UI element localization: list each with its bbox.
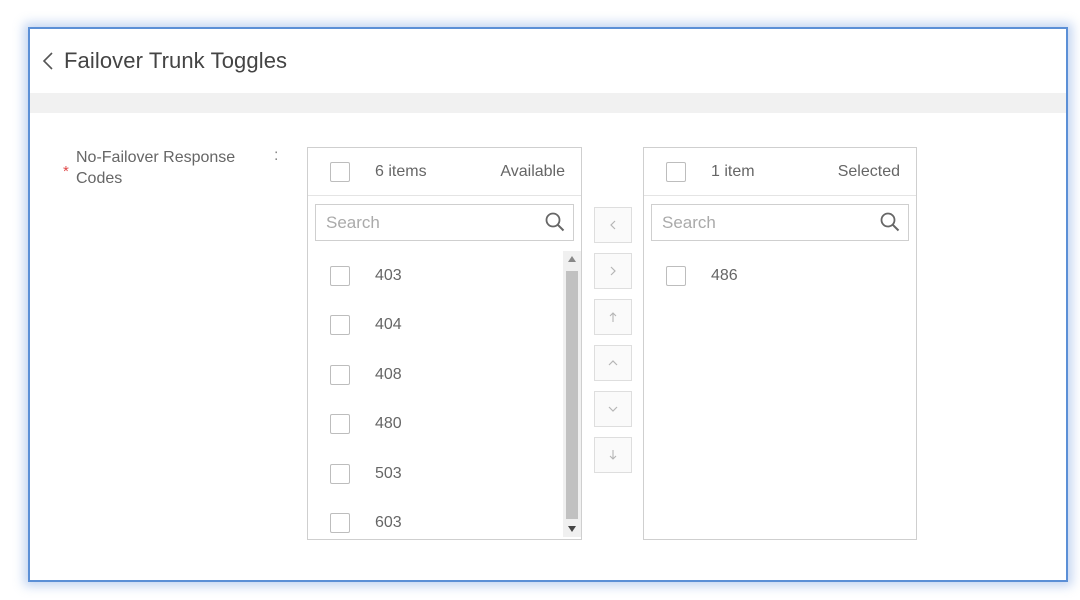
- item-checkbox[interactable]: [330, 315, 350, 336]
- available-item[interactable]: 480: [308, 400, 581, 450]
- item-label: 503: [375, 464, 402, 482]
- header-divider: [30, 93, 1066, 113]
- settings-frame: Failover Trunk Toggles * No-Failover Res…: [28, 27, 1068, 582]
- available-item[interactable]: 403: [308, 251, 581, 301]
- search-icon[interactable]: [880, 212, 900, 232]
- move-left-button[interactable]: [594, 207, 632, 243]
- item-label: 408: [375, 365, 402, 383]
- item-label: 603: [375, 514, 402, 532]
- selected-select-all-checkbox[interactable]: [666, 161, 686, 182]
- available-list-panel: 6 items Available 403 404: [307, 147, 582, 540]
- move-right-button[interactable]: [594, 253, 632, 289]
- item-checkbox[interactable]: [330, 364, 350, 385]
- item-label: 404: [375, 316, 402, 334]
- available-item[interactable]: 503: [308, 449, 581, 499]
- back-chevron-icon[interactable]: [38, 49, 58, 73]
- selected-panel-header: 1 item Selected: [644, 148, 916, 196]
- available-search-box: [315, 204, 574, 241]
- available-item[interactable]: 603: [308, 499, 581, 549]
- item-checkbox[interactable]: [330, 265, 350, 286]
- search-icon[interactable]: [545, 212, 565, 232]
- selected-count: 1 item: [711, 162, 755, 180]
- available-list-scrollbar[interactable]: [563, 251, 581, 537]
- selected-items-list: 486: [644, 251, 916, 544]
- item-label: 486: [711, 266, 738, 284]
- move-up-button[interactable]: [594, 345, 632, 381]
- available-title: Available: [500, 162, 565, 180]
- selected-item[interactable]: 486: [644, 251, 916, 301]
- item-checkbox[interactable]: [330, 414, 350, 435]
- move-bottom-button[interactable]: [594, 437, 632, 473]
- item-checkbox[interactable]: [330, 463, 350, 484]
- scroll-up-arrow-icon[interactable]: [563, 251, 581, 267]
- item-checkbox[interactable]: [330, 513, 350, 534]
- available-select-all-checkbox[interactable]: [330, 161, 350, 182]
- available-items-list: 403 404 408 480 503 603: [308, 251, 581, 544]
- selected-title: Selected: [837, 162, 900, 180]
- item-checkbox[interactable]: [666, 265, 686, 286]
- scrollbar-thumb[interactable]: [566, 271, 578, 519]
- available-search-input[interactable]: [316, 205, 573, 240]
- available-item[interactable]: 404: [308, 301, 581, 351]
- move-down-button[interactable]: [594, 391, 632, 427]
- form-content: * No-Failover Response Codes : 6 items A…: [30, 113, 1066, 580]
- selected-search-box: [651, 204, 909, 241]
- page-header: Failover Trunk Toggles: [30, 29, 1066, 93]
- page-title: Failover Trunk Toggles: [64, 48, 288, 73]
- required-indicator: *: [63, 163, 69, 180]
- selected-list-panel: 1 item Selected 486: [643, 147, 917, 540]
- available-item[interactable]: 408: [308, 350, 581, 400]
- field-label: No-Failover Response Codes: [76, 149, 236, 187]
- item-label: 403: [375, 266, 402, 284]
- scroll-down-arrow-icon[interactable]: [563, 521, 581, 537]
- available-count: 6 items: [375, 162, 427, 180]
- label-colon: :: [274, 147, 279, 164]
- transfer-buttons: [594, 207, 632, 483]
- item-label: 480: [375, 415, 402, 433]
- selected-search-input[interactable]: [652, 205, 908, 240]
- available-panel-header: 6 items Available: [308, 148, 581, 196]
- move-top-button[interactable]: [594, 299, 632, 335]
